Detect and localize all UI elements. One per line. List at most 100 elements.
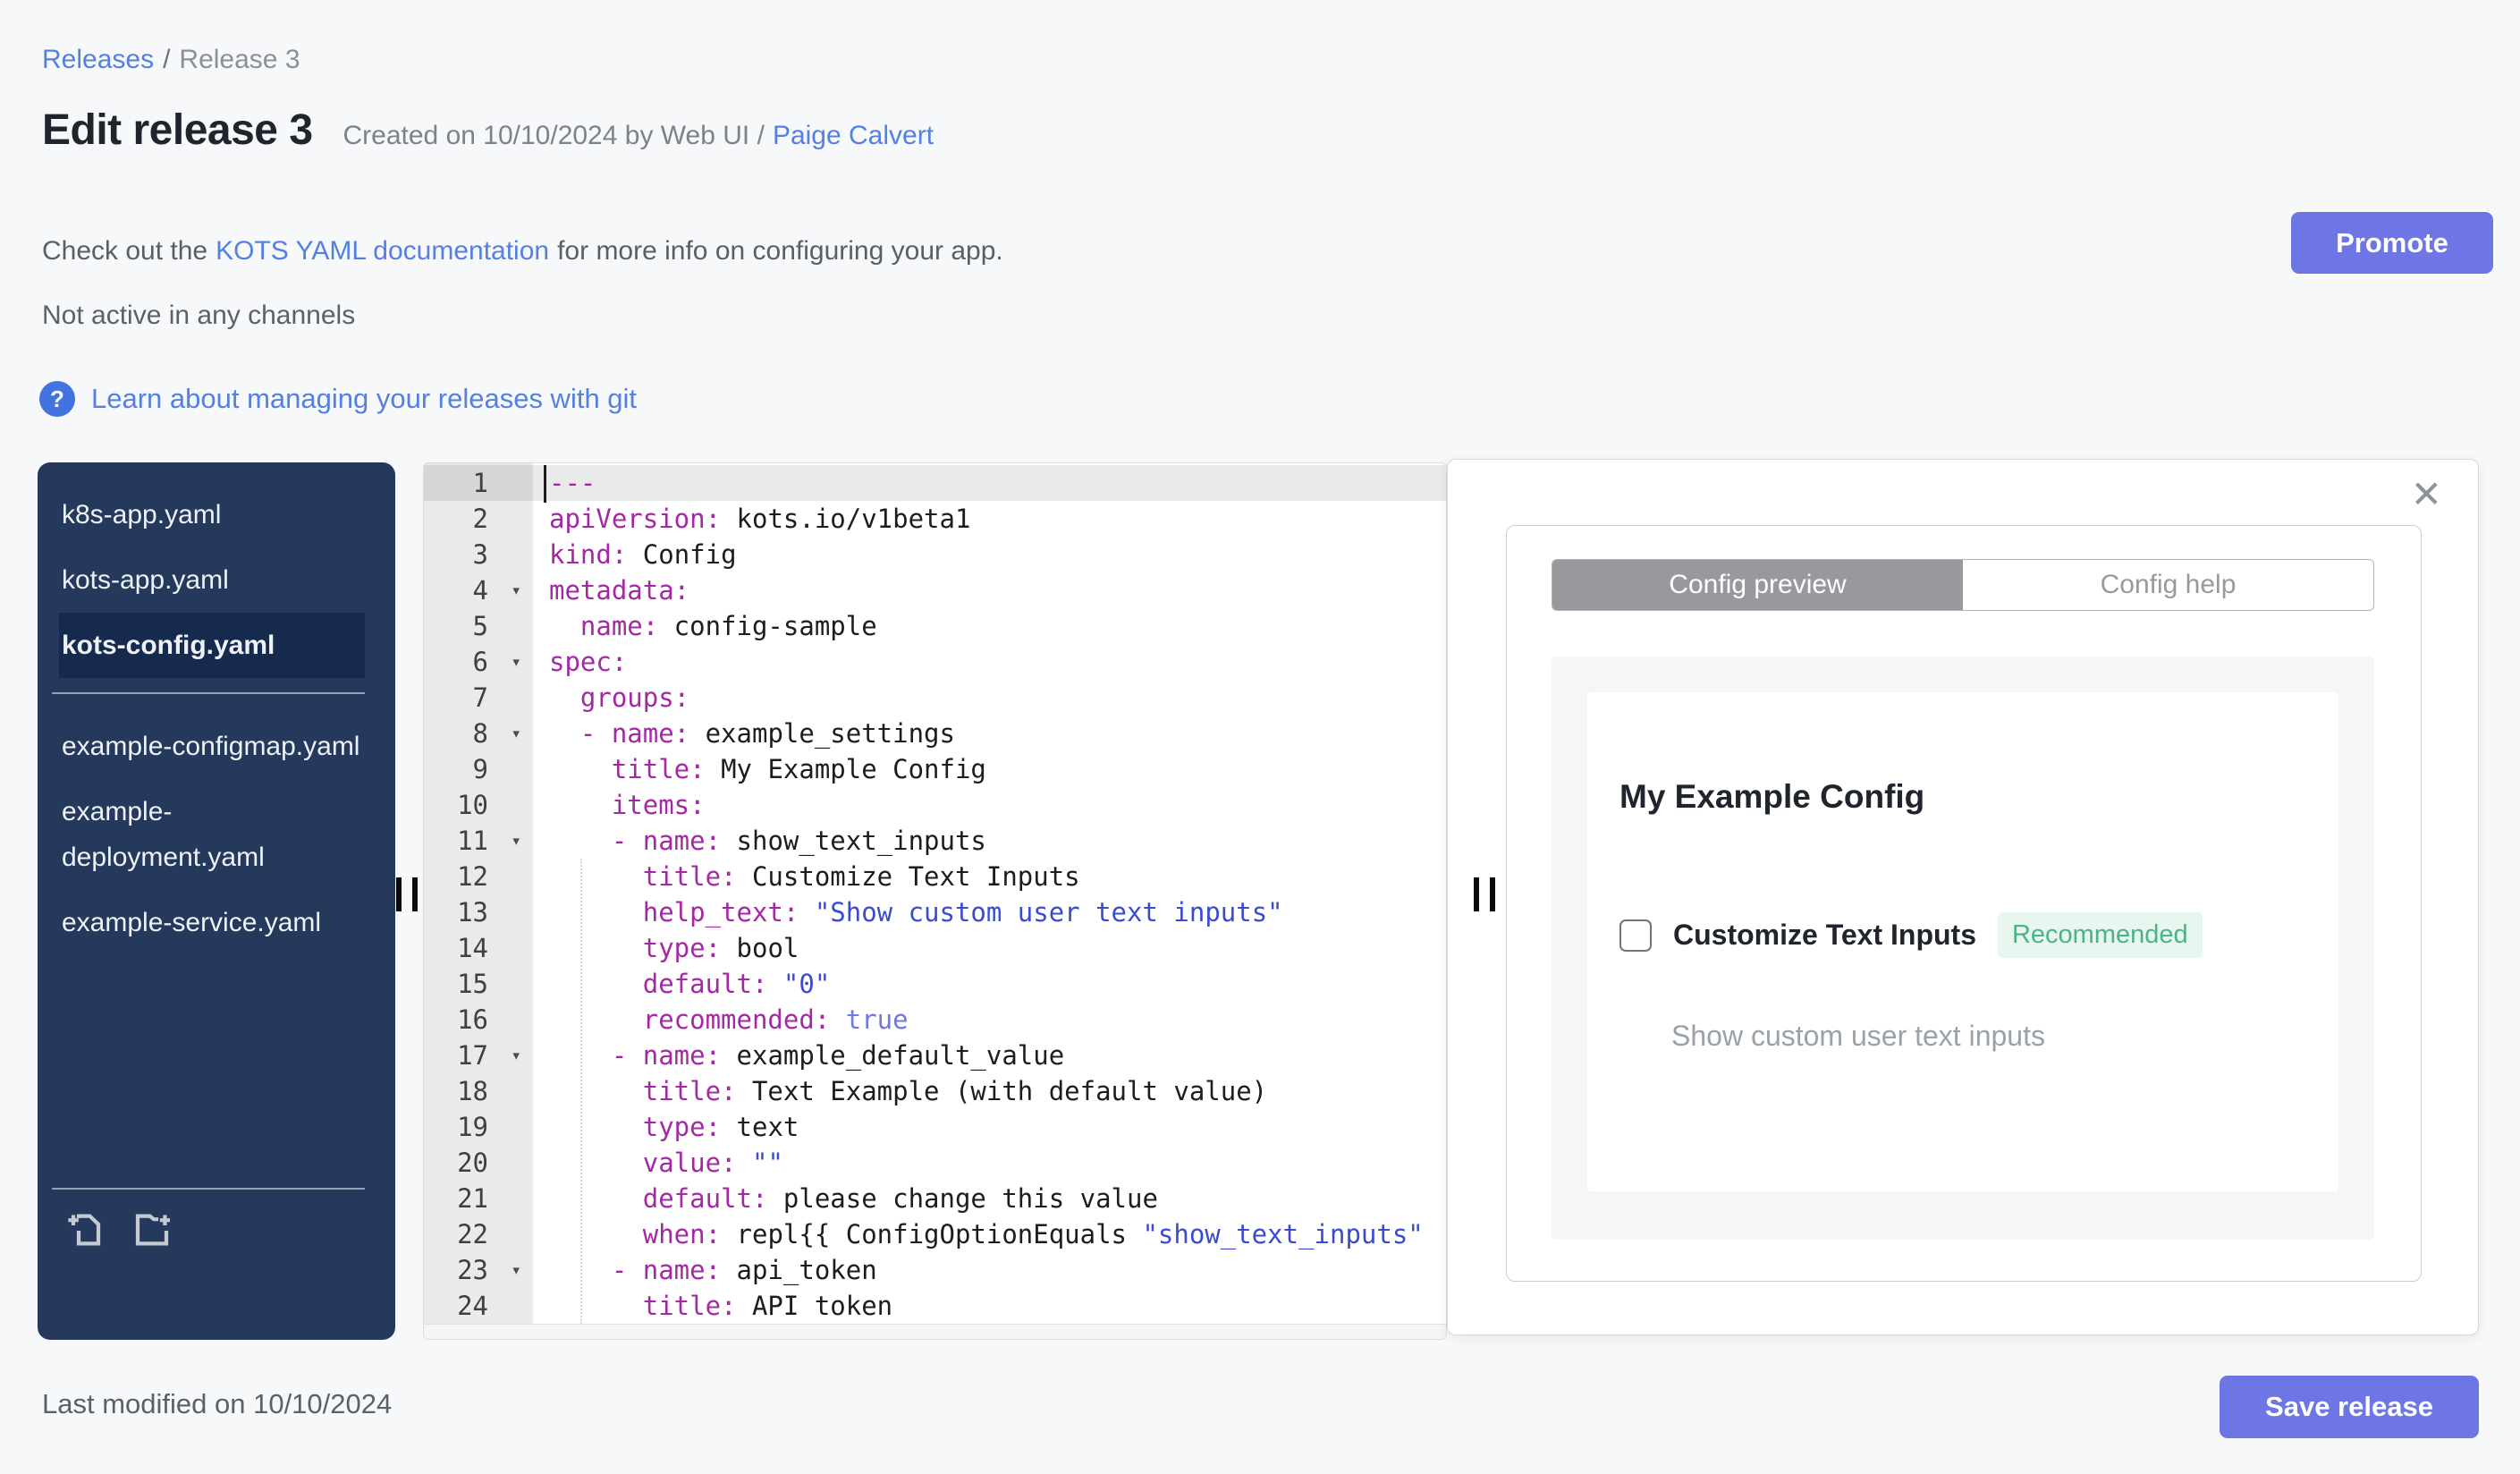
code-line[interactable]: 3 kind: Config — [424, 537, 1446, 572]
code-text: items: — [549, 790, 706, 820]
code-text: help_text: "Show custom user text inputs… — [549, 897, 1283, 928]
docs-line: Check out the KOTS YAML documentation for … — [42, 236, 1003, 267]
config-item-label: Customize Text Inputs — [1673, 919, 1976, 951]
code-text: title: My Example Config — [549, 754, 986, 784]
drag-bar — [412, 877, 418, 911]
line-number: 5 — [424, 608, 533, 644]
fold-toggle-icon[interactable]: ▾ — [512, 1038, 521, 1073]
code-text: value: "" — [549, 1148, 783, 1178]
code-line[interactable]: 6 ▾ spec: — [424, 644, 1446, 680]
code-text: - name: api_token — [549, 1255, 877, 1285]
code-line[interactable]: 2 apiVersion: kots.io/v1beta1 — [424, 501, 1446, 537]
code-text: metadata: — [549, 575, 690, 606]
code-line[interactable]: 20 value: "" — [424, 1145, 1446, 1181]
preview-body: My Example Config Customize Text Inputs … — [1552, 657, 2374, 1240]
config-preview-panel: ✕ Config preview Config help My Example C… — [1447, 459, 2479, 1335]
git-help-link[interactable]: Learn about managing your releases with … — [91, 383, 637, 415]
kots-yaml-docs-link[interactable]: KOTS YAML documentation — [216, 236, 549, 266]
code-lines: 1 --- 2 apiVersion: kots.io/v1beta1 3 kind: C… — [424, 465, 1446, 1325]
code-line[interactable]: 18 title: Text Example (with default val… — [424, 1073, 1446, 1109]
breadcrumb-current: Release 3 — [179, 45, 300, 74]
drag-bar — [396, 877, 402, 911]
code-line[interactable]: 22 when: repl{{ ConfigOptionEquals "show… — [424, 1216, 1446, 1252]
file-item[interactable]: kots-app.yaml — [59, 547, 365, 613]
close-icon[interactable]: ✕ — [2411, 476, 2442, 513]
line-number: 24 — [424, 1288, 533, 1324]
code-line[interactable]: 14 type: bool — [424, 930, 1446, 966]
line-number: 2 — [424, 501, 533, 537]
drag-bar — [1474, 877, 1479, 911]
breadcrumb-separator: / — [163, 45, 171, 74]
docs-suffix: for more info on configuring your app. — [557, 236, 1003, 266]
fold-toggle-icon[interactable]: ▾ — [512, 644, 521, 680]
line-number: 7 — [424, 680, 533, 716]
code-line[interactable]: 12 title: Customize Text Inputs — [424, 859, 1446, 894]
created-text: Created on 10/10/2024 by Web UI / — [342, 121, 765, 150]
config-card: Config preview Config help My Example Con… — [1506, 525, 2422, 1282]
last-modified-text: Last modified on 10/10/2024 — [42, 1388, 393, 1419]
code-line[interactable]: 4 ▾ metadata: — [424, 572, 1446, 608]
fold-toggle-icon[interactable]: ▾ — [512, 1252, 521, 1288]
created-by-link[interactable]: Paige Calvert — [773, 121, 934, 150]
file-item[interactable]: kots-config.yaml — [59, 613, 365, 678]
fold-toggle-icon[interactable]: ▾ — [512, 823, 521, 859]
add-file-icon[interactable] — [64, 1207, 107, 1250]
preview-inner-card: My Example Config Customize Text Inputs … — [1587, 692, 2338, 1191]
breadcrumb-releases-link[interactable]: Releases — [42, 45, 154, 74]
code-text: default: "0" — [549, 969, 831, 999]
line-number: 16 — [424, 1002, 533, 1038]
tab-config-help[interactable]: Config help — [1963, 560, 2373, 610]
code-line[interactable]: 5 name: config-sample — [424, 608, 1446, 644]
config-item-help-text: Show custom user text inputs — [1671, 1020, 2045, 1052]
code-line[interactable]: 19 type: text — [424, 1109, 1446, 1145]
code-text: title: API token — [549, 1291, 893, 1321]
panel-resize-handle-right[interactable] — [1474, 877, 1495, 911]
line-number: 19 — [424, 1109, 533, 1145]
config-item-row: Customize Text Inputs Recommended — [1619, 912, 2203, 958]
code-line[interactable]: 8 ▾ - name: example_settings — [424, 716, 1446, 751]
indent-guide — [580, 859, 582, 1324]
text-cursor — [544, 465, 546, 503]
fold-toggle-icon[interactable]: ▾ — [512, 716, 521, 751]
created-meta: Created on 10/10/2024 by Web UI / Paige C… — [343, 121, 934, 151]
code-line[interactable]: 13 help_text: "Show custom user text inp… — [424, 894, 1446, 930]
add-folder-icon[interactable] — [131, 1207, 173, 1250]
customize-text-inputs-checkbox[interactable] — [1619, 919, 1652, 952]
line-number: 6 ▾ — [424, 644, 533, 680]
release-editor-page: Releases / Release 3 Edit release 3 Create… — [0, 0, 2520, 1474]
panel-resize-handle-left[interactable] — [396, 877, 418, 911]
line-number: 18 — [424, 1073, 533, 1109]
file-item[interactable]: k8s-app.yaml — [59, 482, 365, 547]
sidebar-footer — [52, 1188, 365, 1250]
code-text: recommended: true — [549, 1004, 909, 1035]
code-line[interactable]: 1 --- — [424, 465, 1446, 503]
line-number: 8 ▾ — [424, 716, 533, 751]
line-number: 3 — [424, 537, 533, 572]
file-item[interactable]: example-service.yaml — [59, 890, 365, 955]
code-line[interactable]: 15 default: "0" — [424, 966, 1446, 1002]
tab-config-preview[interactable]: Config preview — [1552, 560, 1963, 610]
save-release-button[interactable]: Save release — [2220, 1376, 2479, 1438]
code-line[interactable]: 17 ▾ - name: example_default_value — [424, 1038, 1446, 1073]
code-line[interactable]: 7 groups: — [424, 680, 1446, 716]
yaml-editor[interactable]: 1 --- 2 apiVersion: kots.io/v1beta1 3 kind: C… — [423, 462, 1447, 1340]
code-line[interactable]: 16 recommended: true — [424, 1002, 1446, 1038]
code-line[interactable]: 21 default: please change this value — [424, 1181, 1446, 1216]
editor-horizontal-scrollbar[interactable] — [424, 1324, 1446, 1339]
fold-toggle-icon[interactable]: ▾ — [512, 572, 521, 608]
code-line[interactable]: 10 items: — [424, 787, 1446, 823]
code-line[interactable]: 24 title: API token — [424, 1288, 1446, 1324]
code-text: kind: Config — [549, 539, 737, 570]
code-text: title: Customize Text Inputs — [549, 861, 1080, 892]
code-text: - name: example_settings — [549, 718, 955, 749]
file-item[interactable]: example-deployment.yaml — [59, 779, 365, 890]
code-line[interactable]: 9 title: My Example Config — [424, 751, 1446, 787]
file-item[interactable]: example-configmap.yaml — [59, 714, 365, 779]
code-text: title: Text Example (with default value) — [549, 1076, 1268, 1106]
code-line[interactable]: 11 ▾ - name: show_text_inputs — [424, 823, 1446, 859]
code-line[interactable]: 23 ▾ - name: api_token — [424, 1252, 1446, 1288]
help-icon[interactable]: ? — [39, 381, 75, 417]
code-text: type: bool — [549, 933, 799, 963]
promote-button[interactable]: Promote — [2291, 212, 2493, 274]
line-number: 23 ▾ — [424, 1252, 533, 1288]
